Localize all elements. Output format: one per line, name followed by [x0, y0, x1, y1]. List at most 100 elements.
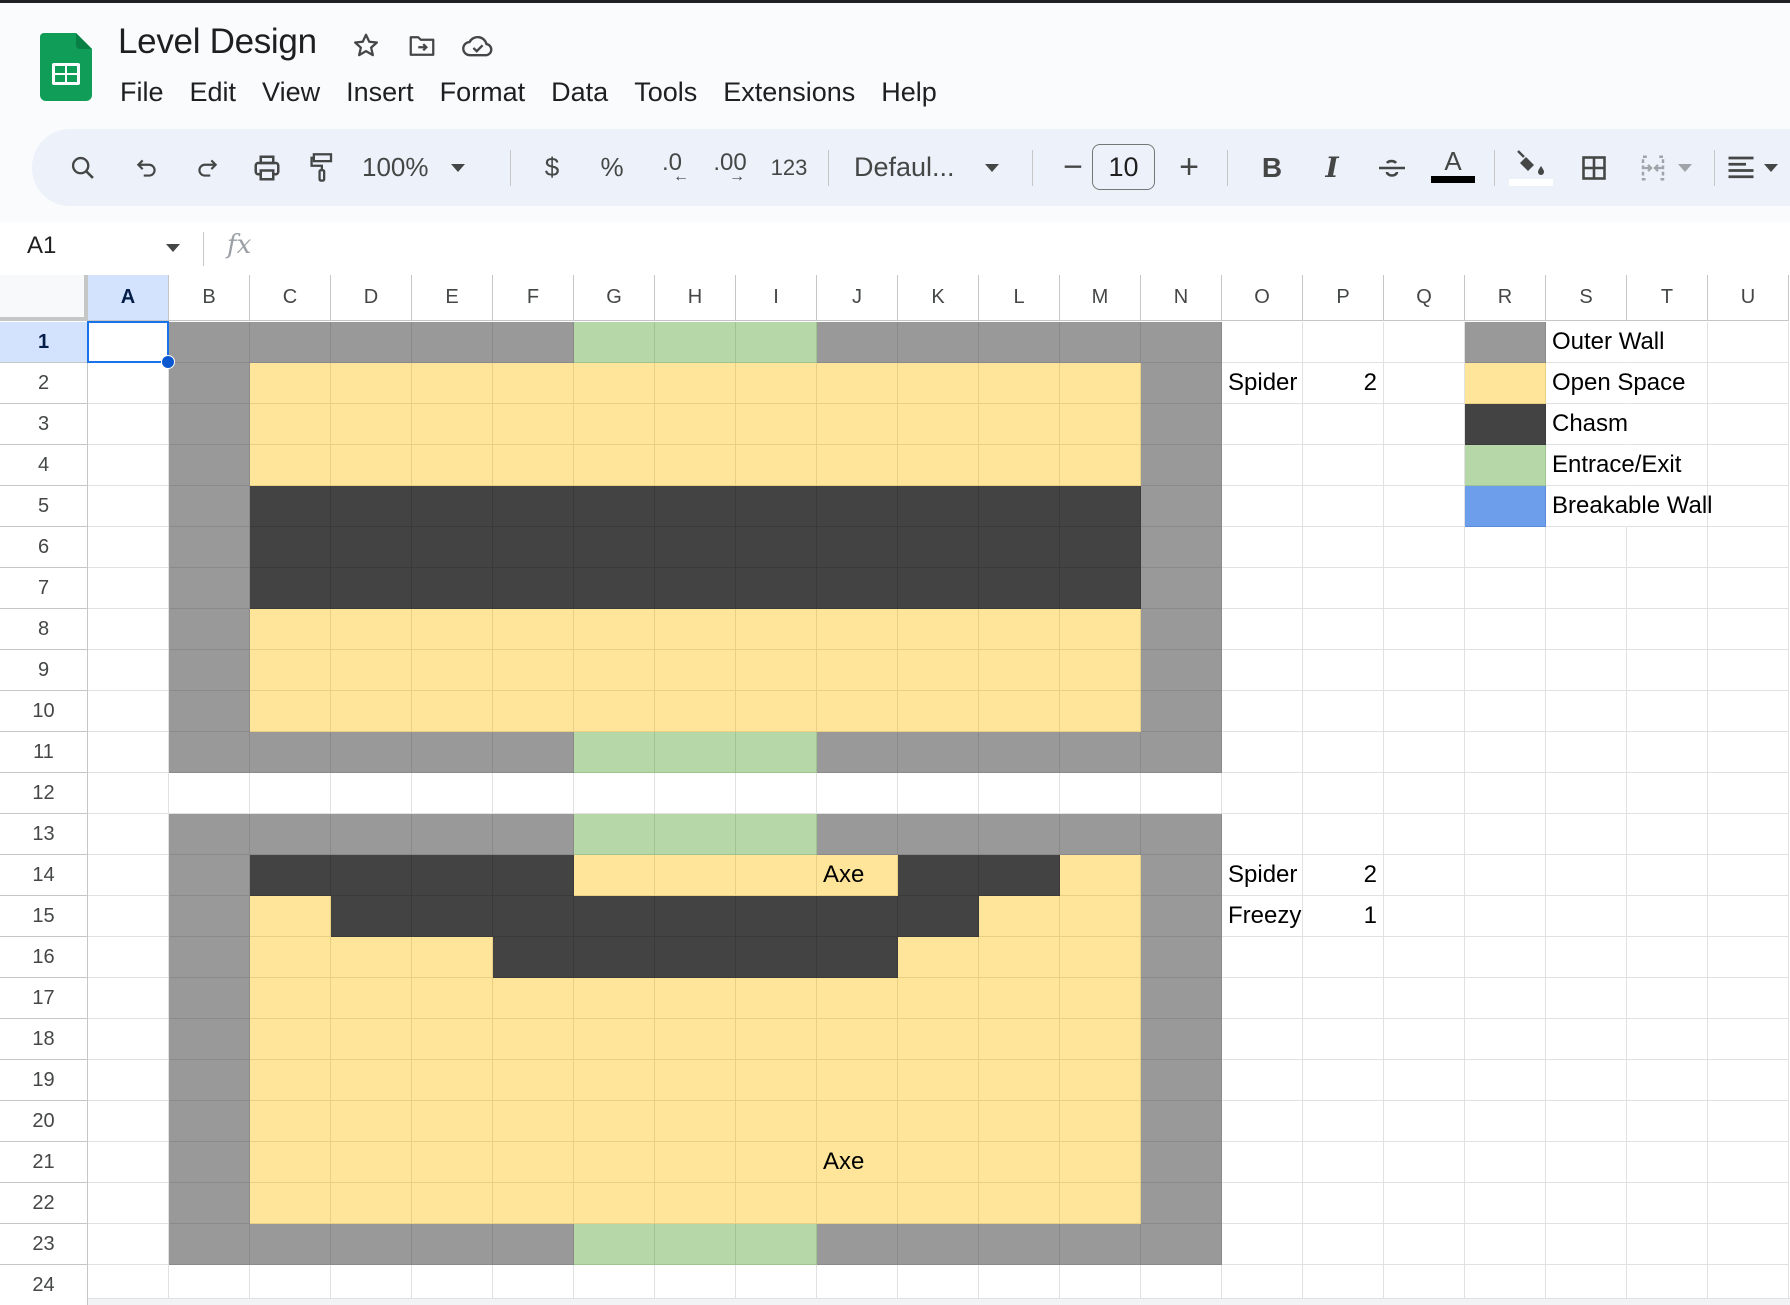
- cell-g6[interactable]: [574, 527, 655, 568]
- cell-k9[interactable]: [898, 650, 979, 691]
- cell-n8[interactable]: [1141, 609, 1222, 650]
- cell-f21[interactable]: [493, 1142, 574, 1183]
- cell-d15[interactable]: [331, 896, 412, 937]
- cell-u8[interactable]: [1708, 609, 1789, 650]
- cell-l2[interactable]: [979, 363, 1060, 404]
- cell-o8[interactable]: [1222, 609, 1303, 650]
- cell-p7[interactable]: [1303, 568, 1384, 609]
- cell-j4[interactable]: [817, 445, 898, 486]
- cell-r10[interactable]: [1465, 691, 1546, 732]
- cell-a22[interactable]: [88, 1183, 169, 1224]
- search-menus-button[interactable]: [62, 129, 104, 206]
- format-percent-button[interactable]: %: [592, 129, 632, 206]
- column-header-o[interactable]: O: [1222, 275, 1303, 321]
- row-header-21[interactable]: 21: [0, 1142, 88, 1183]
- cell-q18[interactable]: [1384, 1019, 1465, 1060]
- cell-h23[interactable]: [655, 1224, 736, 1265]
- row-header-20[interactable]: 20: [0, 1101, 88, 1142]
- cell-e9[interactable]: [412, 650, 493, 691]
- cell-a17[interactable]: [88, 978, 169, 1019]
- cell-o2[interactable]: Spider: [1222, 363, 1303, 404]
- cell-l11[interactable]: [979, 732, 1060, 773]
- cell-m9[interactable]: [1060, 650, 1141, 691]
- cell-c17[interactable]: [250, 978, 331, 1019]
- cell-l12[interactable]: [979, 773, 1060, 814]
- horizontal-scrollbar[interactable]: [88, 1298, 1790, 1305]
- cell-u10[interactable]: [1708, 691, 1789, 732]
- cell-q22[interactable]: [1384, 1183, 1465, 1224]
- cell-m6[interactable]: [1060, 527, 1141, 568]
- cell-g1[interactable]: [574, 322, 655, 363]
- cell-p10[interactable]: [1303, 691, 1384, 732]
- cell-t14[interactable]: [1627, 855, 1708, 896]
- cell-k21[interactable]: [898, 1142, 979, 1183]
- cell-r23[interactable]: [1465, 1224, 1546, 1265]
- cell-a23[interactable]: [88, 1224, 169, 1265]
- row-header-3[interactable]: 3: [0, 404, 88, 445]
- cell-n22[interactable]: [1141, 1183, 1222, 1224]
- cell-l6[interactable]: [979, 527, 1060, 568]
- cell-j23[interactable]: [817, 1224, 898, 1265]
- legend-label[interactable]: Breakable Wall: [1546, 486, 1713, 527]
- cell-u23[interactable]: [1708, 1224, 1789, 1265]
- row-header-13[interactable]: 13: [0, 814, 88, 855]
- cell-l5[interactable]: [979, 486, 1060, 527]
- cell-c6[interactable]: [250, 527, 331, 568]
- cell-h17[interactable]: [655, 978, 736, 1019]
- cell-q10[interactable]: [1384, 691, 1465, 732]
- cell-r11[interactable]: [1465, 732, 1546, 773]
- column-header-c[interactable]: C: [250, 275, 331, 321]
- cell-a20[interactable]: [88, 1101, 169, 1142]
- cell-o13[interactable]: [1222, 814, 1303, 855]
- cell-c8[interactable]: [250, 609, 331, 650]
- cell-k17[interactable]: [898, 978, 979, 1019]
- cell-d7[interactable]: [331, 568, 412, 609]
- row-header-22[interactable]: 22: [0, 1183, 88, 1224]
- row-header-12[interactable]: 12: [0, 773, 88, 814]
- cell-b12[interactable]: [169, 773, 250, 814]
- cell-g7[interactable]: [574, 568, 655, 609]
- cell-c20[interactable]: [250, 1101, 331, 1142]
- cell-g10[interactable]: [574, 691, 655, 732]
- cell-m19[interactable]: [1060, 1060, 1141, 1101]
- cell-o10[interactable]: [1222, 691, 1303, 732]
- cell-n18[interactable]: [1141, 1019, 1222, 1060]
- cell-g12[interactable]: [574, 773, 655, 814]
- cell-t16[interactable]: [1627, 937, 1708, 978]
- cell-a10[interactable]: [88, 691, 169, 732]
- strikethrough-button[interactable]: [1370, 129, 1414, 206]
- menu-format[interactable]: Format: [428, 72, 540, 112]
- cell-b6[interactable]: [169, 527, 250, 568]
- row-header-5[interactable]: 5: [0, 486, 88, 527]
- cell-h11[interactable]: [655, 732, 736, 773]
- cell-b23[interactable]: [169, 1224, 250, 1265]
- cell-k16[interactable]: [898, 937, 979, 978]
- cell-m20[interactable]: [1060, 1101, 1141, 1142]
- cell-k23[interactable]: [898, 1224, 979, 1265]
- cell-r6[interactable]: [1465, 527, 1546, 568]
- cell-k11[interactable]: [898, 732, 979, 773]
- cell-n14[interactable]: [1141, 855, 1222, 896]
- cell-l18[interactable]: [979, 1019, 1060, 1060]
- cell-n17[interactable]: [1141, 978, 1222, 1019]
- cell-l19[interactable]: [979, 1060, 1060, 1101]
- cell-i3[interactable]: [736, 404, 817, 445]
- cell-f10[interactable]: [493, 691, 574, 732]
- cell-h15[interactable]: [655, 896, 736, 937]
- cell-q9[interactable]: [1384, 650, 1465, 691]
- cell-q11[interactable]: [1384, 732, 1465, 773]
- cell-i6[interactable]: [736, 527, 817, 568]
- cell-j10[interactable]: [817, 691, 898, 732]
- cell-h18[interactable]: [655, 1019, 736, 1060]
- cell-b15[interactable]: [169, 896, 250, 937]
- cell-h6[interactable]: [655, 527, 736, 568]
- menu-edit[interactable]: Edit: [178, 72, 251, 112]
- cell-j15[interactable]: [817, 896, 898, 937]
- cell-k1[interactable]: [898, 322, 979, 363]
- cell-h8[interactable]: [655, 609, 736, 650]
- cell-c11[interactable]: [250, 732, 331, 773]
- cell-j18[interactable]: [817, 1019, 898, 1060]
- cell-h20[interactable]: [655, 1101, 736, 1142]
- cell-t6[interactable]: [1627, 527, 1708, 568]
- row-header-1[interactable]: 1: [0, 322, 88, 363]
